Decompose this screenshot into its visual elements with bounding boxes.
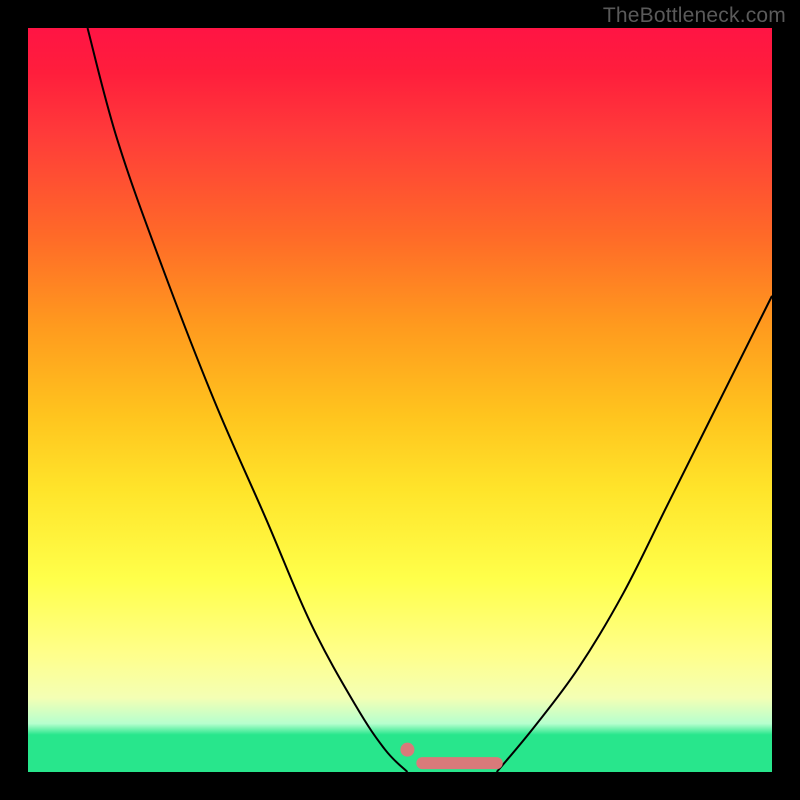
watermark-text: TheBottleneck.com <box>603 4 786 28</box>
optimal-marker-dot <box>400 743 414 757</box>
chart-frame <box>28 28 772 772</box>
curve-layer <box>28 28 772 772</box>
right-curve <box>497 296 772 772</box>
left-curve <box>88 28 408 772</box>
